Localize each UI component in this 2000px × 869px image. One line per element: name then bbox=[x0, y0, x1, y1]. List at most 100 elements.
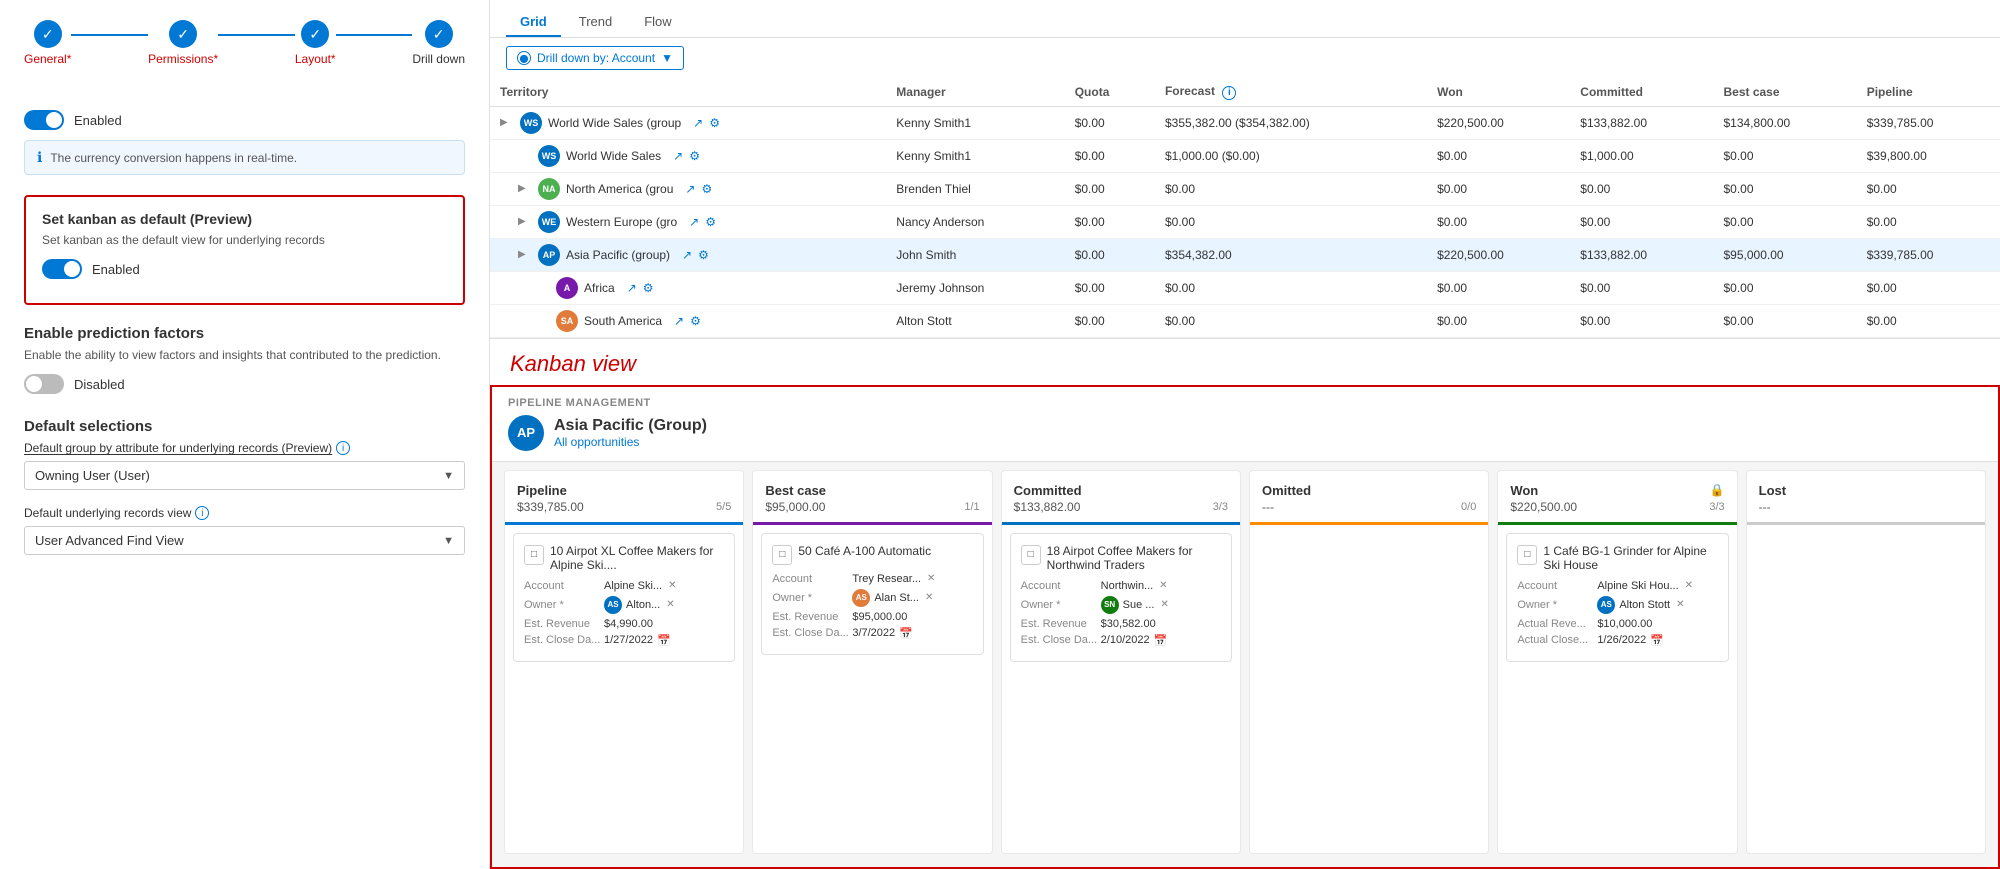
wizard-step-layout[interactable]: ✓ Layout* bbox=[295, 20, 336, 66]
group-by-info-icon[interactable]: i bbox=[336, 441, 350, 455]
pipeline-cell: $339,785.00 bbox=[1857, 238, 2000, 271]
pipeline-cell: $0.00 bbox=[1857, 304, 2000, 337]
table-row: A Africa ↗ ⚙ Jeremy Johnson $0.00 $0.00 … bbox=[490, 271, 2000, 304]
pipeline-cell: $0.00 bbox=[1857, 271, 2000, 304]
link-icon[interactable]: ↗ bbox=[693, 116, 703, 130]
tab-grid[interactable]: Grid bbox=[506, 8, 561, 37]
enabled-label: Enabled bbox=[74, 113, 122, 128]
config-icon[interactable]: ⚙ bbox=[701, 182, 712, 196]
kanban-col-omitted: Omitted --- 0/0 bbox=[1249, 470, 1489, 855]
grid-tab-bar: Grid Trend Flow bbox=[490, 0, 2000, 38]
wizard-step-permissions[interactable]: ✓ Permissions* bbox=[148, 20, 218, 66]
tab-trend[interactable]: Trend bbox=[565, 8, 626, 37]
card-revenue-field: Actual Reve... $10,000.00 bbox=[1517, 618, 1717, 630]
kanban-col-won: Won 🔒 $220,500.00 3/3 □ 1 Café BG-1 Grin… bbox=[1497, 470, 1737, 855]
calendar-icon[interactable]: 📅 bbox=[1154, 634, 1168, 647]
quota-cell: $0.00 bbox=[1065, 172, 1155, 205]
col-meta: Won 🔒 bbox=[1510, 483, 1724, 498]
col-amount: $95,000.00 bbox=[765, 500, 825, 514]
remove-owner-btn[interactable]: ✕ bbox=[1676, 599, 1684, 610]
calendar-icon[interactable]: 📅 bbox=[1650, 634, 1664, 647]
bestcase-cell: $95,000.00 bbox=[1713, 238, 1856, 271]
remove-owner-btn[interactable]: ✕ bbox=[1160, 599, 1168, 610]
territory-avatar: A bbox=[556, 277, 578, 299]
step-label-layout: Layout* bbox=[295, 52, 336, 66]
config-icon[interactable]: ⚙ bbox=[643, 281, 654, 295]
col-amount: --- bbox=[1759, 500, 1771, 514]
remove-account-btn[interactable]: ✕ bbox=[668, 580, 676, 591]
enabled-toggle[interactable] bbox=[24, 110, 64, 130]
calendar-icon[interactable]: 📅 bbox=[899, 627, 913, 640]
currency-info-box: ℹ The currency conversion happens in rea… bbox=[24, 140, 465, 175]
link-icon[interactable]: ↗ bbox=[689, 215, 699, 229]
remove-owner-btn[interactable]: ✕ bbox=[925, 592, 933, 603]
link-icon[interactable]: ↗ bbox=[682, 248, 692, 262]
won-cell: $0.00 bbox=[1427, 205, 1570, 238]
bestcase-cell: $0.00 bbox=[1713, 172, 1856, 205]
forecast-info-icon[interactable]: i bbox=[1222, 86, 1236, 100]
manager-cell: Kenny Smith1 bbox=[886, 106, 1064, 139]
expand-icon[interactable]: ▶ bbox=[500, 117, 514, 128]
col-title: Pipeline bbox=[517, 483, 567, 498]
kanban-enabled-toggle[interactable] bbox=[42, 259, 82, 279]
expand-icon[interactable]: ▶ bbox=[518, 183, 532, 194]
drill-circle-icon: ⬤ bbox=[517, 51, 531, 65]
remove-account-btn[interactable]: ✕ bbox=[1685, 580, 1693, 591]
col-count: 3/3 bbox=[1709, 501, 1724, 513]
config-icon[interactable]: ⚙ bbox=[705, 215, 716, 229]
prediction-status: Disabled bbox=[74, 377, 125, 392]
territory-avatar: WS bbox=[520, 112, 542, 134]
table-row: SA South America ↗ ⚙ Alton Stott $0.00 $… bbox=[490, 304, 2000, 337]
col-body-pipeline: □ 10 Airpot XL Coffee Makers for Alpine … bbox=[505, 525, 743, 854]
remove-owner-btn[interactable]: ✕ bbox=[666, 599, 674, 610]
manager-cell: Alton Stott bbox=[886, 304, 1064, 337]
remove-account-btn[interactable]: ✕ bbox=[1159, 580, 1167, 591]
wizard-step-general[interactable]: ✓ General* bbox=[24, 20, 71, 66]
pipeline-cell: $0.00 bbox=[1857, 172, 2000, 205]
quota-cell: $0.00 bbox=[1065, 271, 1155, 304]
tab-flow[interactable]: Flow bbox=[630, 8, 685, 37]
config-icon[interactable]: ⚙ bbox=[689, 149, 700, 163]
forecast-cell: $1,000.00 ($0.00) bbox=[1155, 139, 1427, 172]
territory-name: Western Europe (gro bbox=[566, 215, 677, 229]
config-icon[interactable]: ⚙ bbox=[698, 248, 709, 262]
territory-avatar: AP bbox=[538, 244, 560, 266]
col-amount: --- bbox=[1262, 500, 1274, 514]
forecast-cell: $0.00 bbox=[1155, 304, 1427, 337]
expand-icon[interactable]: ▶ bbox=[518, 216, 532, 227]
card-owner-field: Owner * AS Alton Stott ✕ bbox=[1517, 596, 1717, 614]
drill-down-button[interactable]: ⬤ Drill down by: Account ▼ bbox=[506, 46, 684, 70]
kanban-card: □ 1 Café BG-1 Grinder for Alpine Ski Hou… bbox=[1506, 533, 1728, 662]
view-select[interactable]: User Advanced Find View ▼ bbox=[24, 526, 465, 555]
calendar-icon[interactable]: 📅 bbox=[657, 634, 671, 647]
col-bestcase: Best case bbox=[1713, 78, 1856, 106]
col-meta: Pipeline bbox=[517, 483, 731, 498]
group-by-field: Default group by attribute for underlyin… bbox=[24, 441, 465, 490]
quota-cell: $0.00 bbox=[1065, 304, 1155, 337]
config-icon[interactable]: ⚙ bbox=[709, 116, 720, 130]
kanban-col-header-lost: Lost --- bbox=[1747, 471, 1985, 525]
link-icon[interactable]: ↗ bbox=[674, 314, 684, 328]
bestcase-cell: $0.00 bbox=[1713, 205, 1856, 238]
config-icon[interactable]: ⚙ bbox=[690, 314, 701, 328]
wizard-step-drilldown[interactable]: ✓ Drill down bbox=[412, 20, 465, 66]
committed-cell: $133,882.00 bbox=[1570, 106, 1713, 139]
group-by-select[interactable]: Owning User (User) ▼ bbox=[24, 461, 465, 490]
table-row: ▶ NA North America (grou ↗ ⚙ Brenden Thi… bbox=[490, 172, 2000, 205]
col-title: Committed bbox=[1014, 483, 1082, 498]
manager-cell: Jeremy Johnson bbox=[886, 271, 1064, 304]
link-icon[interactable]: ↗ bbox=[685, 182, 695, 196]
remove-account-btn[interactable]: ✕ bbox=[927, 573, 935, 584]
link-icon[interactable]: ↗ bbox=[673, 149, 683, 163]
view-label-text: Default underlying records view bbox=[24, 506, 191, 520]
territory-cell: WS World Wide Sales ↗ ⚙ bbox=[490, 139, 886, 172]
won-cell: $220,500.00 bbox=[1427, 106, 1570, 139]
prediction-toggle[interactable] bbox=[24, 374, 64, 394]
card-revenue-field: Est. Revenue $30,582.00 bbox=[1021, 618, 1221, 630]
link-icon[interactable]: ↗ bbox=[627, 281, 637, 295]
expand-icon[interactable]: ▶ bbox=[518, 249, 532, 260]
view-info-icon[interactable]: i bbox=[195, 506, 209, 520]
quota-cell: $0.00 bbox=[1065, 205, 1155, 238]
card-account-field: Account Northwin... ✕ bbox=[1021, 580, 1221, 592]
col-body-lost bbox=[1747, 525, 1985, 854]
